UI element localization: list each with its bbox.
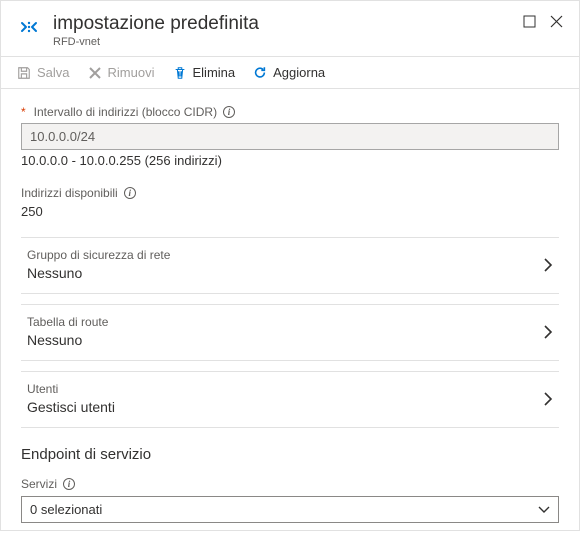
blade-content: * Intervallo di indirizzi (blocco CIDR) … (1, 89, 579, 543)
service-endpoints-heading: Endpoint di servizio (21, 446, 559, 463)
remove-button[interactable]: Rimuovi (88, 65, 155, 80)
delete-button[interactable]: Elimina (173, 65, 236, 80)
remove-label: Rimuovi (108, 65, 155, 80)
save-label: Salva (37, 65, 70, 80)
vnet-peering-icon (17, 15, 41, 39)
chevron-right-icon (543, 391, 553, 407)
trash-icon (173, 66, 187, 80)
services-dropdown[interactable]: 0 selezionati (21, 496, 559, 523)
chevron-right-icon (543, 257, 553, 273)
chevron-right-icon (543, 324, 553, 340)
save-button[interactable]: Salva (17, 65, 70, 80)
refresh-label: Aggiorna (273, 65, 325, 80)
available-value: 250 (21, 204, 559, 219)
info-icon[interactable]: i (63, 478, 75, 490)
routetable-value: Nessuno (27, 332, 108, 348)
info-icon[interactable]: i (124, 187, 136, 199)
cidr-field: * Intervallo di indirizzi (blocco CIDR) … (21, 105, 559, 168)
routetable-card[interactable]: Tabella di route Nessuno (21, 304, 559, 361)
available-label: Indirizzi disponibili (21, 186, 118, 200)
cidr-helper: 10.0.0.0 - 10.0.0.255 (256 indirizzi) (21, 153, 559, 168)
save-icon (17, 66, 31, 80)
info-icon[interactable]: i (223, 106, 235, 118)
routetable-label: Tabella di route (27, 315, 108, 329)
command-bar: Salva Rimuovi Elimina Aggiorna (1, 57, 579, 89)
chevron-down-icon (538, 506, 550, 514)
available-field: Indirizzi disponibili i 250 (21, 186, 559, 219)
nsg-card[interactable]: Gruppo di sicurezza di rete Nessuno (21, 237, 559, 294)
nsg-label: Gruppo di sicurezza di rete (27, 248, 170, 262)
blade-subtitle: RFD-vnet (53, 36, 523, 48)
services-value: 0 selezionati (30, 502, 102, 517)
blade-title: impostazione predefinita (53, 13, 523, 35)
required-asterisk: * (21, 105, 26, 119)
maximize-button[interactable] (523, 15, 536, 28)
delete-label: Elimina (193, 65, 236, 80)
refresh-icon (253, 66, 267, 80)
cidr-label: Intervallo di indirizzi (blocco CIDR) (34, 105, 217, 119)
users-value: Gestisci utenti (27, 399, 115, 415)
users-card[interactable]: Utenti Gestisci utenti (21, 371, 559, 428)
cidr-input[interactable] (21, 123, 559, 150)
users-label: Utenti (27, 382, 115, 396)
refresh-button[interactable]: Aggiorna (253, 65, 325, 80)
services-label: Servizi (21, 477, 57, 491)
blade-header: impostazione predefinita RFD-vnet (1, 1, 579, 57)
remove-icon (88, 66, 102, 80)
nsg-value: Nessuno (27, 265, 170, 281)
close-button[interactable] (550, 15, 563, 28)
